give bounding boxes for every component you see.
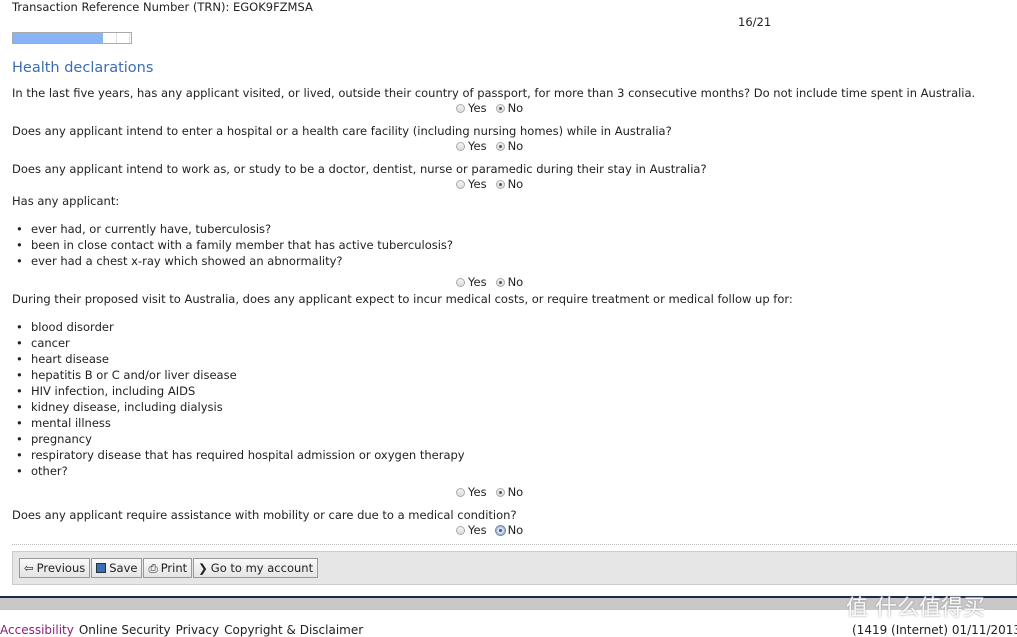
question-text: In the last five years, has any applican… [12, 86, 976, 100]
list-item: cancer [16, 336, 70, 350]
yes-no-radio-group: Yes No [456, 101, 529, 115]
footer-links: Accessibility Online Security Privacy Copyr… [0, 623, 368, 637]
radio-yes[interactable] [456, 525, 465, 535]
radio-no[interactable] [495, 141, 505, 151]
save-button[interactable]: Save [91, 558, 143, 578]
radio-label-no[interactable]: No [508, 485, 524, 499]
list-item: respiratory disease that has required ho… [16, 448, 465, 462]
radio-label-yes[interactable]: Yes [468, 139, 487, 153]
list-item-text: cancer [31, 336, 70, 350]
radio-no[interactable] [495, 179, 505, 189]
radio-label-no[interactable]: No [508, 101, 524, 115]
list-item: ever had, or currently have, tuberculosi… [16, 222, 272, 236]
version-info: (1419 (Internet) 01/11/2013 [852, 623, 1017, 637]
list-item-text: HIV infection, including AIDS [31, 384, 196, 398]
radio-yes[interactable] [456, 103, 465, 113]
radio-yes[interactable] [456, 141, 465, 151]
printer-icon: ⎙ [148, 560, 158, 575]
footer-link-privacy[interactable]: Privacy [176, 623, 219, 637]
progress-fill [13, 33, 103, 43]
go-to-account-button[interactable]: ❯ Go to my account [193, 558, 319, 578]
list-item: HIV infection, including AIDS [16, 384, 196, 398]
chevron-right-icon: ❯ [198, 561, 208, 575]
section-title: Health declarations [12, 60, 154, 76]
radio-label-yes[interactable]: Yes [468, 101, 487, 115]
list-item: heart disease [16, 352, 109, 366]
question-text: Does any applicant intend to work as, or… [12, 162, 707, 176]
footer-link-copyright[interactable]: Copyright & Disclaimer [224, 623, 363, 637]
floppy-disk-icon [96, 563, 107, 573]
print-button[interactable]: ⎙ Print [143, 558, 193, 578]
footer-link-online-security[interactable]: Online Security [79, 623, 171, 637]
radio-label-no[interactable]: No [508, 523, 524, 537]
question-text: Has any applicant: [12, 194, 120, 208]
list-item: ever had a chest x-ray which showed an a… [16, 254, 343, 268]
yes-no-radio-group: Yes No [456, 177, 529, 191]
yes-no-radio-group: Yes No [456, 485, 529, 499]
list-item: kidney disease, including dialysis [16, 400, 223, 414]
question-text: Does any applicant require assistance wi… [12, 508, 517, 522]
radio-label-yes[interactable]: Yes [468, 485, 487, 499]
footer-link-accessibility[interactable]: Accessibility [0, 623, 74, 637]
radio-yes[interactable] [456, 277, 465, 287]
yes-no-radio-group: Yes No [456, 523, 529, 537]
progress-divider [116, 33, 117, 43]
yes-no-radio-group: Yes No [456, 139, 529, 153]
list-item-text: kidney disease, including dialysis [31, 400, 223, 414]
radio-no[interactable] [495, 103, 505, 113]
radio-label-yes[interactable]: Yes [468, 523, 487, 537]
list-item: pregnancy [16, 432, 92, 446]
list-item: been in close contact with a family memb… [16, 238, 454, 252]
list-item: mental illness [16, 416, 111, 430]
divider [12, 544, 1017, 545]
question-text: Does any applicant intend to enter a hos… [12, 124, 672, 138]
radio-no[interactable] [495, 487, 505, 497]
list-item-text: hepatitis B or C and/or liver disease [31, 368, 237, 382]
list-item: hepatitis B or C and/or liver disease [16, 368, 237, 382]
watermark-logo: 值 什么值得买 [846, 596, 985, 621]
radio-yes[interactable] [456, 487, 465, 497]
list-item-text: respiratory disease that has required ho… [31, 448, 465, 462]
progress-bar [12, 32, 132, 44]
list-item-text: ever had a chest x-ray which showed an a… [31, 254, 343, 268]
radio-label-no[interactable]: No [508, 275, 524, 289]
question-text: During their proposed visit to Australia… [12, 292, 793, 306]
radio-label-yes[interactable]: Yes [468, 177, 487, 191]
radio-no[interactable] [494, 524, 506, 536]
list-item-text: mental illness [31, 416, 111, 430]
page-counter: 16/21 [738, 15, 772, 29]
radio-label-no[interactable]: No [508, 177, 524, 191]
list-item: other? [16, 464, 68, 478]
list-item-text: blood disorder [31, 320, 114, 334]
list-item-text: heart disease [31, 352, 109, 366]
arrow-left-icon: ⇦ [24, 561, 34, 575]
list-item-text: pregnancy [31, 432, 92, 446]
list-item-text: been in close contact with a family memb… [31, 238, 454, 252]
trn-label: Transaction Reference Number (TRN): EGOK… [12, 0, 313, 14]
yes-no-radio-group: Yes No [456, 275, 529, 289]
radio-yes[interactable] [456, 179, 465, 189]
list-item-text: ever had, or currently have, tuberculosi… [31, 222, 272, 236]
radio-label-yes[interactable]: Yes [468, 275, 487, 289]
radio-no[interactable] [495, 277, 505, 287]
previous-button[interactable]: ⇦ Previous [19, 558, 91, 578]
radio-label-no[interactable]: No [508, 139, 524, 153]
progress-divider [129, 33, 130, 43]
list-item-text: other? [31, 464, 68, 478]
list-item: blood disorder [16, 320, 114, 334]
